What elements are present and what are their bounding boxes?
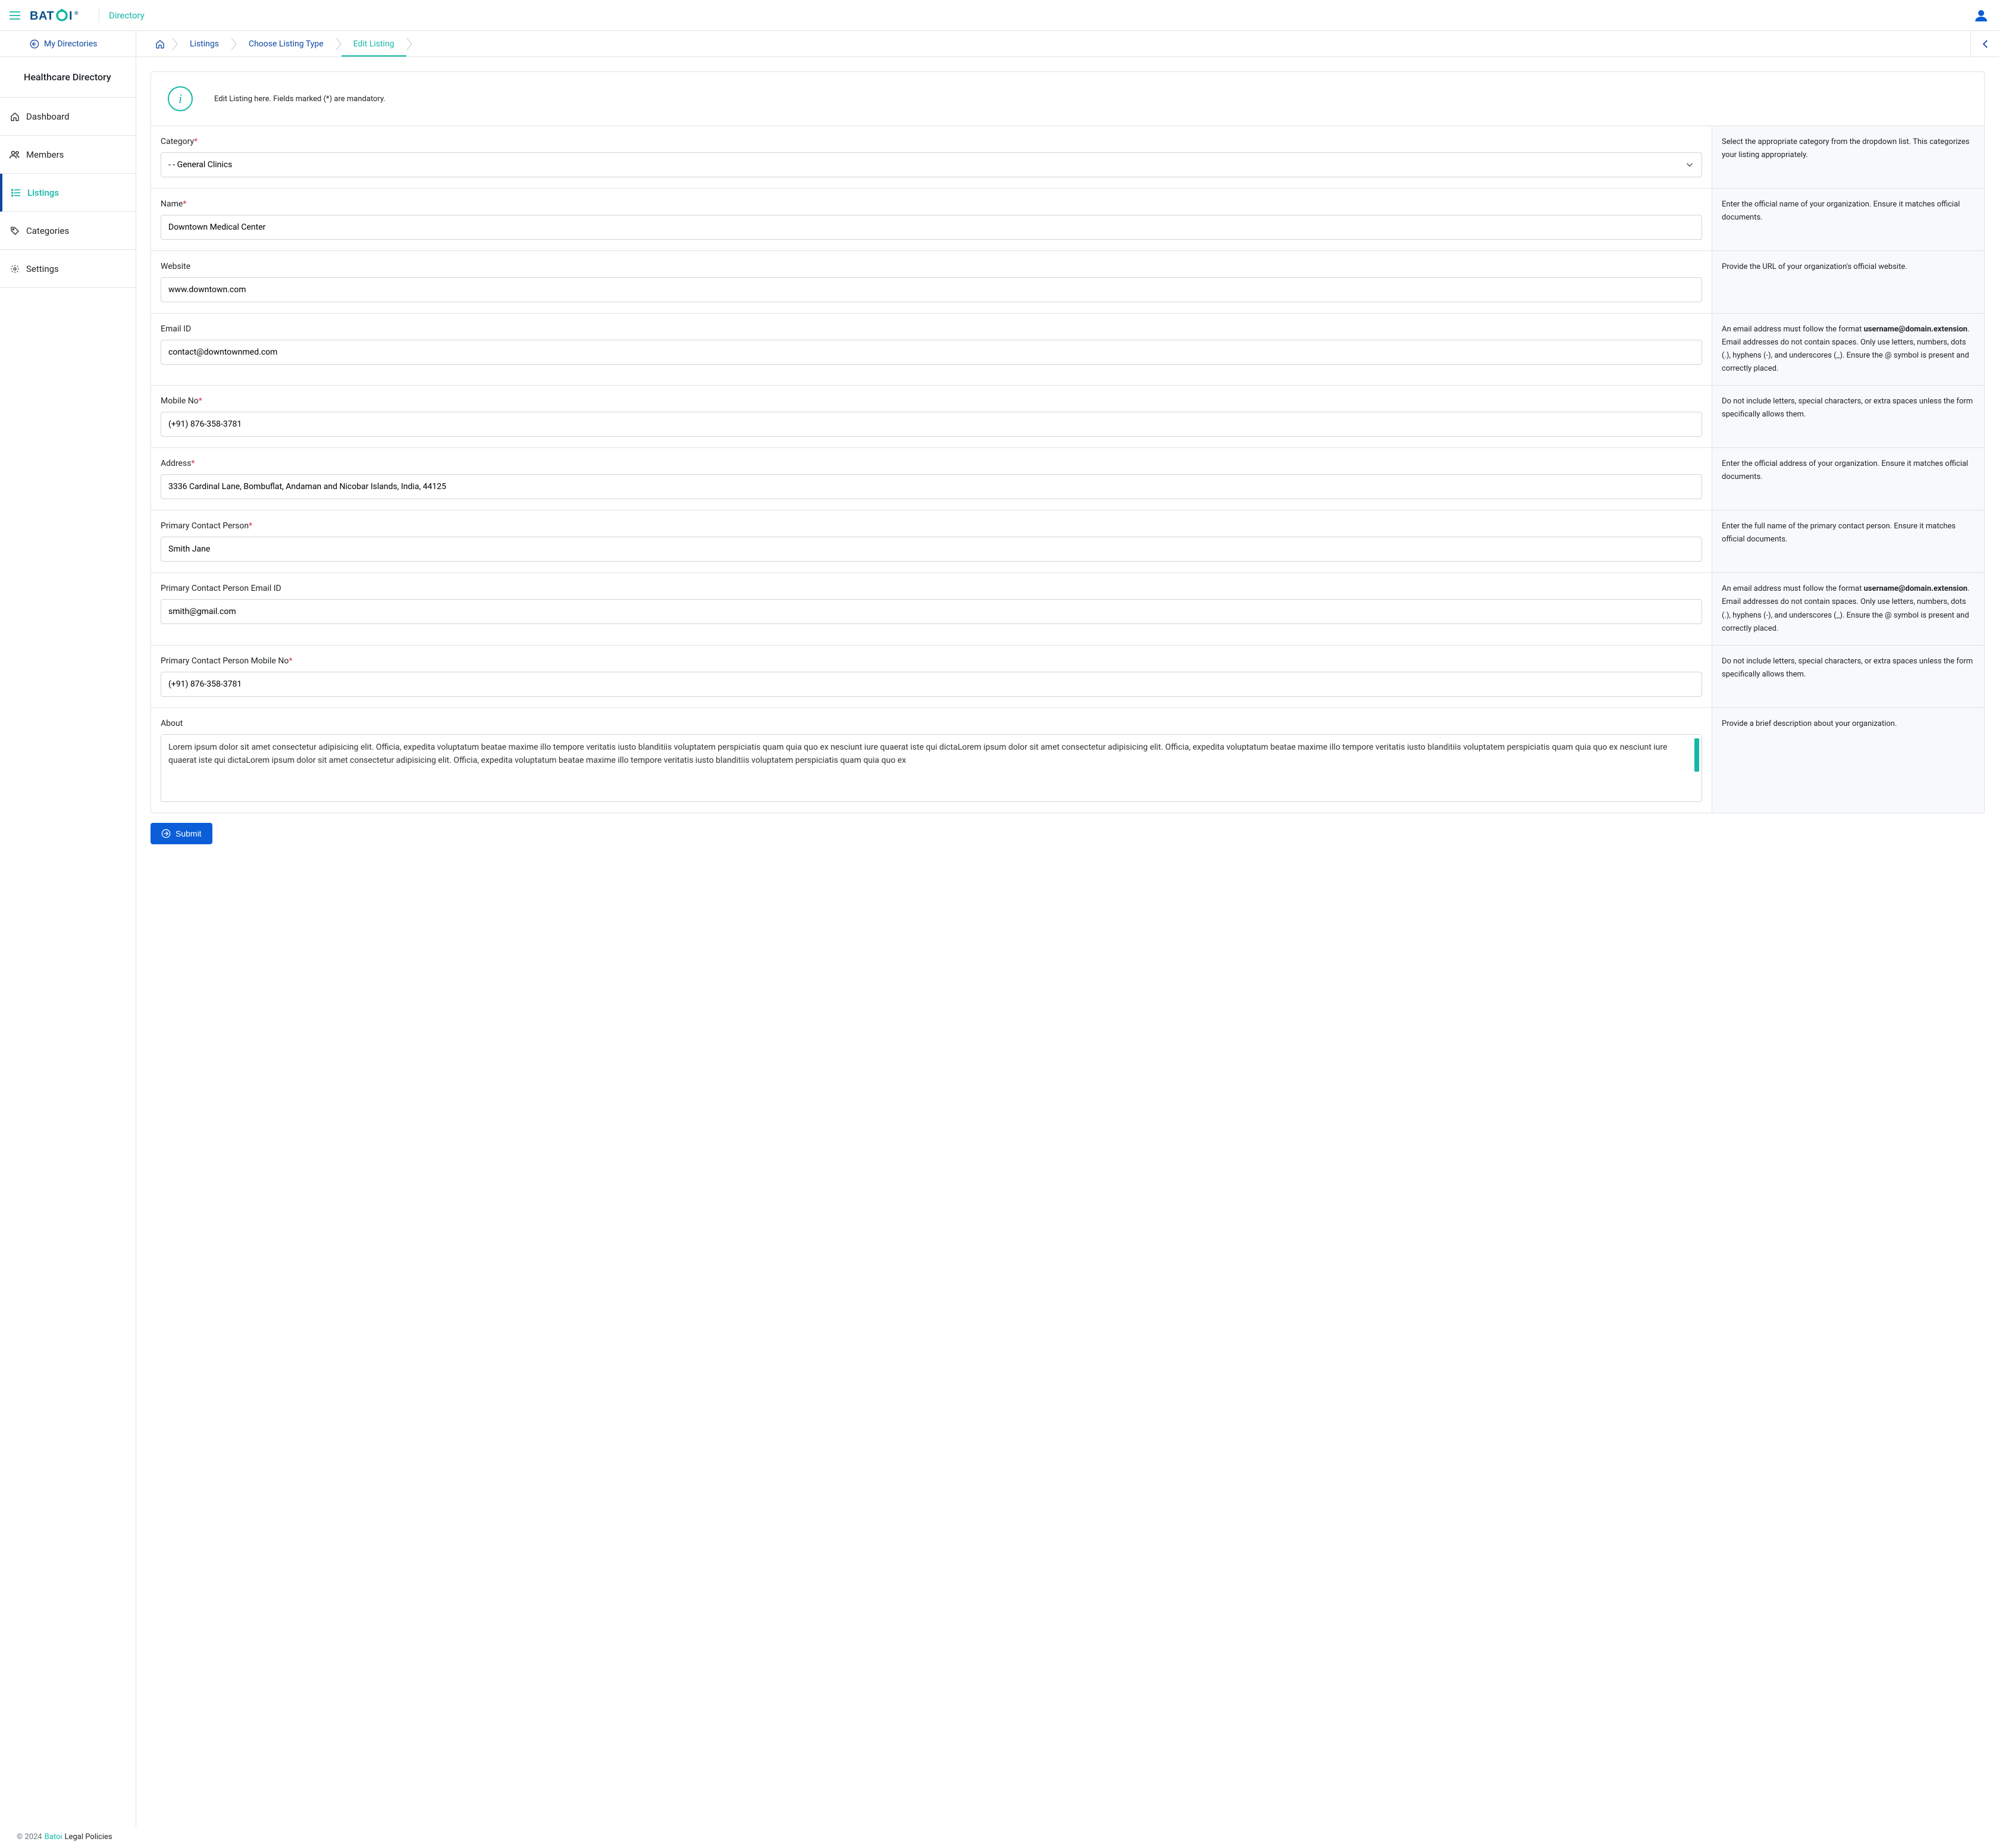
mobile-help: Do not include letters, special characte… [1712, 386, 1984, 447]
website-input[interactable] [161, 277, 1702, 302]
sidebar-item-label: Settings [26, 264, 59, 274]
header-app-title: Directory [109, 10, 145, 21]
field-row-website: Website Provide the URL of your organiza… [151, 251, 1984, 314]
breadcrumb-listings[interactable]: Listings [178, 31, 231, 57]
users-icon [10, 150, 20, 159]
name-help: Enter the official name of your organiza… [1712, 189, 1984, 250]
user-avatar[interactable] [1973, 7, 1989, 24]
panel-collapse-toggle[interactable] [1970, 31, 1999, 57]
home-icon [10, 112, 20, 121]
website-label: Website [161, 262, 1702, 271]
about-textarea[interactable] [161, 735, 1702, 799]
info-icon: i [168, 86, 193, 111]
chevron-right-icon [172, 37, 178, 51]
tag-icon [10, 226, 20, 236]
top-header: BAT I ® Directory [0, 0, 1999, 31]
info-banner: i Edit Listing here. Fields marked (*) a… [151, 72, 1984, 126]
gear-icon [10, 264, 20, 274]
info-text: Edit Listing here. Fields marked (*) are… [214, 95, 386, 104]
address-help: Enter the official address of your organ… [1712, 448, 1984, 510]
field-row-primary-mobile: Primary Contact Person Mobile No* Do not… [151, 646, 1984, 708]
sidebar-item-label: Listings [27, 187, 59, 198]
sidebar-title: Healthcare Directory [0, 57, 136, 98]
chevron-right-icon [336, 37, 341, 51]
breadcrumb-home[interactable] [148, 31, 172, 57]
field-row-primary-email: Primary Contact Person Email ID An email… [151, 573, 1984, 645]
chevron-right-icon [406, 37, 412, 51]
back-label: My Directories [44, 39, 98, 49]
svg-text:®: ® [74, 10, 79, 16]
category-label: Category* [161, 137, 1702, 146]
sidebar-item-label: Categories [26, 225, 69, 236]
field-row-category: Category* - - General Clinics Select the… [151, 126, 1984, 189]
sidebar-item-settings[interactable]: Settings [0, 250, 136, 288]
footer-policies[interactable]: Legal Policies [65, 1833, 112, 1841]
mobile-label: Mobile No* [161, 396, 1702, 406]
sidebar: Healthcare Directory Dashboard Members L… [0, 57, 136, 1827]
arrow-right-circle-icon [161, 829, 171, 838]
footer-copyright: © 2024 [17, 1833, 42, 1841]
field-row-name: Name* Enter the official name of your or… [151, 189, 1984, 251]
about-help: Provide a brief description about your o… [1712, 708, 1984, 813]
list-icon [11, 189, 21, 197]
main-content: i Edit Listing here. Fields marked (*) a… [136, 57, 1999, 1827]
website-help: Provide the URL of your organization's o… [1712, 251, 1984, 313]
category-help: Select the appropriate category from the… [1712, 126, 1984, 188]
sidebar-item-label: Members [26, 149, 64, 160]
svg-text:BAT: BAT [30, 10, 54, 22]
email-input[interactable] [161, 340, 1702, 365]
breadcrumb: Listings Choose Listing Type Edit Listin… [136, 31, 1970, 57]
submit-button[interactable]: Submit [151, 823, 212, 844]
address-input[interactable] [161, 474, 1702, 499]
footer: © 2024 Batoi Legal Policies [0, 1827, 1999, 1847]
field-row-primary-contact: Primary Contact Person* Enter the full n… [151, 510, 1984, 573]
sidebar-item-listings[interactable]: Listings [0, 174, 136, 212]
primary-contact-input[interactable] [161, 537, 1702, 562]
primary-email-label: Primary Contact Person Email ID [161, 584, 1702, 593]
primary-contact-label: Primary Contact Person* [161, 521, 1702, 531]
breadcrumb-choose-type[interactable]: Choose Listing Type [237, 31, 336, 57]
sidebar-item-categories[interactable]: Categories [0, 212, 136, 250]
primary-email-help: An email address must follow the format … [1712, 573, 1984, 644]
scrollbar-thumb[interactable] [1694, 738, 1699, 772]
mobile-input[interactable] [161, 412, 1702, 437]
svg-text:I: I [69, 10, 73, 22]
chevron-right-icon [231, 37, 237, 51]
field-row-email: Email ID An email address must follow th… [151, 314, 1984, 386]
primary-mobile-input[interactable] [161, 672, 1702, 697]
form-panel: i Edit Listing here. Fields marked (*) a… [151, 71, 1985, 813]
hamburger-icon[interactable] [10, 11, 20, 20]
address-label: Address* [161, 459, 1702, 468]
field-row-address: Address* Enter the official address of y… [151, 448, 1984, 510]
email-help: An email address must follow the format … [1712, 314, 1984, 385]
primary-mobile-label: Primary Contact Person Mobile No* [161, 656, 1702, 666]
sidebar-item-label: Dashboard [26, 111, 70, 122]
brand-logo[interactable]: BAT I ® [30, 9, 89, 22]
about-label: About [161, 719, 1702, 728]
primary-mobile-help: Do not include letters, special characte… [1712, 646, 1984, 707]
breadcrumb-bar: My Directories Listings Choose Listing T… [0, 31, 1999, 57]
category-select[interactable]: - - General Clinics [161, 152, 1702, 177]
field-row-about: About Provide a brief description about … [151, 708, 1984, 813]
sidebar-item-members[interactable]: Members [0, 136, 136, 174]
breadcrumb-edit-listing[interactable]: Edit Listing [341, 31, 406, 57]
primary-email-input[interactable] [161, 599, 1702, 624]
primary-contact-help: Enter the full name of the primary conta… [1712, 510, 1984, 572]
name-label: Name* [161, 199, 1702, 209]
footer-brand-link[interactable]: Batoi [45, 1833, 62, 1841]
email-label: Email ID [161, 324, 1702, 334]
name-input[interactable] [161, 215, 1702, 240]
field-row-mobile: Mobile No* Do not include letters, speci… [151, 386, 1984, 448]
sidebar-item-dashboard[interactable]: Dashboard [0, 98, 136, 136]
back-my-directories[interactable]: My Directories [30, 39, 98, 49]
